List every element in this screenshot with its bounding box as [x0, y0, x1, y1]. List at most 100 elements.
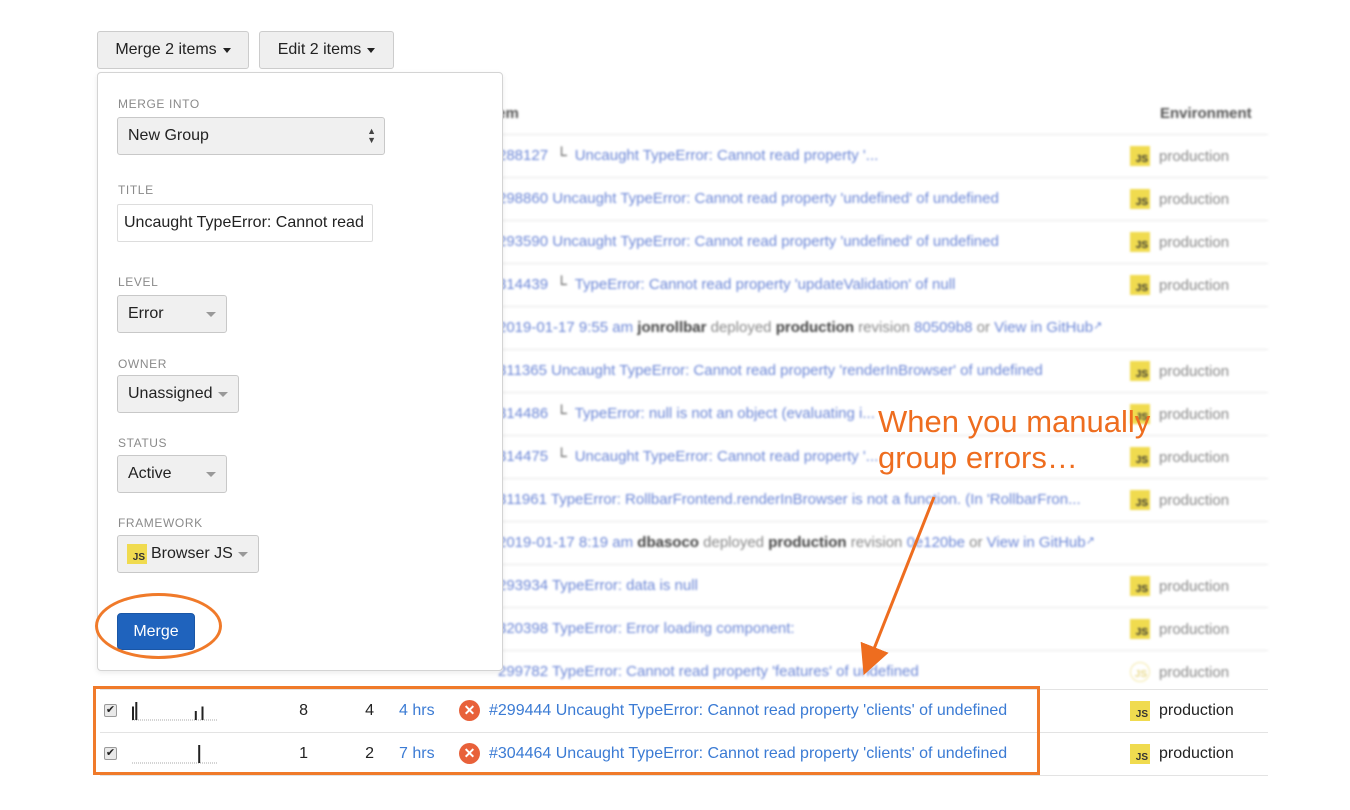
item-id: 298860 — [498, 190, 549, 207]
js-framework-icon: JS — [1130, 189, 1150, 209]
deploy-text: 2019-01-17 9:55 am jonrollbar deployed p… — [498, 319, 1102, 336]
merge-into-select[interactable]: New Group ▲ ▼ — [117, 117, 385, 155]
deploy-or: or — [976, 319, 990, 336]
item-title-link[interactable]: 293934 TypeError: data is null — [498, 577, 698, 594]
environment-label: production — [1159, 190, 1230, 208]
js-framework-icon: JS — [1130, 361, 1150, 381]
merge-items-label: Merge 2 items — [115, 41, 217, 58]
external-link-icon: ↗ — [1085, 535, 1095, 547]
deploy-verb: deployed — [710, 319, 772, 336]
title-input[interactable] — [117, 204, 373, 242]
item-id: 320398 — [498, 620, 549, 637]
edit-items-label: Edit 2 items — [277, 41, 362, 58]
merge-into-value: New Group — [128, 127, 209, 144]
item-id: 314486 — [498, 405, 549, 422]
deploy-env: production — [775, 319, 855, 336]
item-title-link[interactable]: 293590 Uncaught TypeError: Cannot read p… — [498, 233, 999, 250]
level-select[interactable]: Error — [117, 295, 227, 333]
item-title: TypeError: null is not an object (evalua… — [574, 405, 875, 422]
merge-into-label: MERGE INTO — [118, 97, 200, 111]
edit-items-button[interactable]: Edit 2 items — [259, 31, 394, 69]
environment-label: production — [1159, 620, 1230, 638]
item-id: 311961 — [498, 491, 547, 508]
item-title: TypeError: RollbarFrontend.renderInBrows… — [550, 491, 1081, 508]
environment-cell: JS production — [1130, 576, 1229, 596]
view-in-github-link[interactable]: View in GitHub — [994, 319, 1093, 336]
caret-down-icon — [222, 47, 231, 53]
revision-link[interactable]: 80509b8 — [914, 319, 972, 336]
item-title-link[interactable]: 311961 TypeError: RollbarFrontend.render… — [498, 491, 1081, 508]
environment-label: production — [1159, 745, 1234, 762]
environment-cell: JS production — [1130, 232, 1229, 252]
deploy-rev-word: revision — [850, 534, 903, 551]
item-title-link[interactable]: 314475 └ Uncaught TypeError: Cannot read p… — [498, 448, 878, 465]
deploy-time: 2019-01-17 8:19 am — [498, 534, 634, 551]
level-label: LEVEL — [118, 275, 159, 289]
environment-label: production — [1159, 577, 1230, 595]
deploy-time: 2019-01-17 9:55 am — [498, 319, 634, 336]
selected-rows-highlight-box — [93, 686, 1040, 775]
item-title: Uncaught TypeError: Cannot read property… — [552, 190, 999, 207]
item-title-link[interactable]: 320398 TypeError: Error loading componen… — [498, 620, 795, 637]
deploy-env: production — [768, 534, 847, 551]
environment-cell: JS production — [1130, 619, 1229, 639]
js-framework-icon: JS — [1130, 701, 1150, 721]
merge-button-highlight-ellipse — [95, 593, 222, 659]
status-value: Active — [128, 465, 172, 482]
dropdown-arrow-icon — [218, 392, 228, 397]
item-title-link[interactable]: 314486 └ TypeError: null is not an object … — [498, 405, 875, 422]
item-title: Uncaught TypeError: Cannot read property… — [552, 233, 999, 250]
environment-label: production — [1159, 276, 1230, 294]
annotation-line-1: When you manually — [878, 404, 1151, 439]
fork-icon: └ — [556, 147, 567, 164]
deploy-verb: deployed — [703, 534, 765, 551]
owner-label: OWNER — [118, 357, 167, 371]
level-value: Error — [128, 305, 164, 322]
environment-cell: JS production — [1130, 744, 1234, 764]
environment-label: production — [1159, 448, 1230, 466]
deploy-rev-word: revision — [858, 319, 910, 336]
item-id: 293934 — [498, 577, 549, 594]
framework-icon: JS — [1130, 662, 1150, 682]
dropdown-arrow-icon — [238, 552, 248, 557]
item-title: TypeError: Cannot read property 'feature… — [551, 663, 919, 680]
framework-select[interactable]: JS Browser JS — [117, 535, 259, 573]
item-title-link[interactable]: 314439 └ TypeError: Cannot read property '… — [498, 276, 955, 293]
item-id: 314439 — [498, 276, 549, 293]
framework-label: FRAMEWORK — [118, 516, 203, 530]
item-title-link[interactable]: 311365 Uncaught TypeError: Cannot read p… — [498, 362, 1043, 379]
view-in-github-link[interactable]: View in GitHub — [987, 534, 1086, 551]
annotation-text: When you manually group errors… — [878, 404, 1150, 476]
owner-select[interactable]: Unassigned — [117, 375, 239, 413]
environment-cell: JS production — [1130, 189, 1229, 209]
environment-cell: JS production — [1130, 146, 1229, 166]
dropdown-arrow-icon — [206, 472, 216, 477]
environment-label: production — [1159, 663, 1230, 681]
deploy-user: jonrollbar — [637, 319, 707, 336]
environment-cell: JS production — [1130, 701, 1234, 721]
framework-value: Browser JS — [151, 545, 233, 562]
annotation-line-2: group errors… — [878, 440, 1078, 475]
environment-label: production — [1159, 702, 1234, 719]
deploy-user: dbasoco — [637, 534, 699, 551]
revision-link[interactable]: 0e120be — [907, 534, 965, 551]
item-title: Uncaught TypeError: Cannot read property… — [574, 147, 879, 164]
merge-items-button[interactable]: Merge 2 items — [97, 31, 249, 69]
caret-down-icon — [367, 47, 376, 53]
deploy-text: 2019-01-17 8:19 am dbasoco deployed prod… — [498, 534, 1095, 551]
item-title-link[interactable]: 299782 TypeError: Cannot read property '… — [498, 663, 919, 680]
environment-label: production — [1159, 147, 1230, 165]
fork-icon: └ — [556, 405, 567, 422]
item-title: TypeError: Error loading component: — [551, 620, 795, 637]
item-title-link[interactable]: 288127 └ Uncaught TypeError: Cannot read p… — [498, 147, 878, 164]
column-header-environment: Environment — [1160, 105, 1252, 122]
environment-cell: JS production — [1130, 361, 1229, 381]
item-title: TypeError: data is null — [551, 577, 698, 594]
merge-dropdown-panel: MERGE INTO New Group ▲▼ TITLE LEVEL Erro… — [97, 72, 503, 671]
select-updown-icon: ▲ ▼ — [367, 126, 376, 145]
status-label: STATUS — [118, 436, 168, 450]
environment-label: production — [1159, 362, 1230, 380]
item-title-link[interactable]: 298860 Uncaught TypeError: Cannot read p… — [498, 190, 999, 207]
status-select[interactable]: Active — [117, 455, 227, 493]
title-label: TITLE — [118, 183, 154, 197]
